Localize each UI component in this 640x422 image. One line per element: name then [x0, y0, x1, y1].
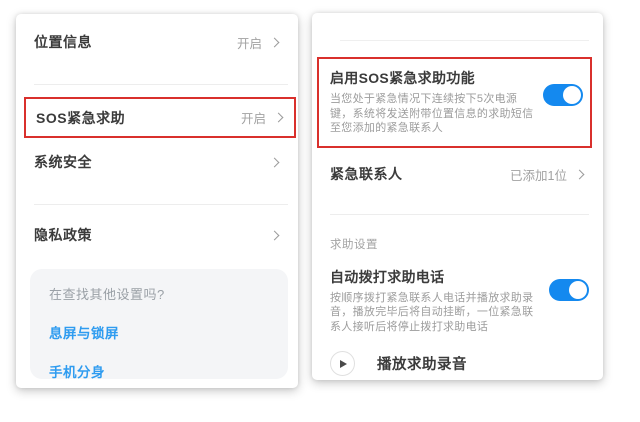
emergency-contacts-value: 已添加1位 — [510, 165, 567, 184]
play-recording-row: 播放求助录音 — [330, 351, 603, 376]
list-item-label: 位置信息 — [34, 32, 92, 52]
link-dual-apps[interactable]: 手机分身 — [49, 361, 270, 381]
auto-call-title: 自动拨打求助电话 — [330, 267, 542, 287]
emergency-contacts-row[interactable]: 紧急联系人 已添加1位 — [312, 150, 603, 199]
list-item-system-security[interactable]: 系统安全 — [16, 138, 298, 186]
sos-detail-panel: 启用SOS紧急求助功能 当您处于紧急情况下连续按下5次电源键，系统将发送附带位置… — [312, 13, 603, 380]
toggle-knob — [563, 86, 581, 104]
list-item-location[interactable]: 位置信息 开启 — [16, 14, 298, 70]
settings-screen: 位置信息 开启 SOS紧急求助 开启 系统安全 隐私政策 — [0, 0, 640, 422]
link-always-on-display[interactable]: 息屏与锁屏 — [49, 322, 270, 342]
play-recording-label: 播放求助录音 — [377, 353, 467, 374]
list-item-label: 隐私政策 — [34, 225, 92, 245]
help-settings-section-header: 求助设置 — [330, 236, 603, 252]
auto-call-description: 按顺序拨打紧急联系人电话并播放求助录音，播放完毕后将自动挂断，一位紧急联系人接听… — [330, 291, 542, 335]
list-item-sos-highlighted[interactable]: SOS紧急求助 开启 — [24, 97, 296, 138]
emergency-contacts-label: 紧急联系人 — [330, 164, 403, 184]
divider — [330, 214, 589, 215]
related-settings-card: 在查找其他设置吗? 息屏与锁屏 手机分身 — [30, 269, 288, 379]
list-item-label: SOS紧急求助 — [36, 108, 125, 128]
divider — [340, 40, 589, 41]
auto-call-row: 自动拨打求助电话 按顺序拨打紧急联系人电话并播放求助录音，播放完毕后将自动挂断，… — [330, 267, 589, 335]
enable-sos-toggle[interactable] — [543, 84, 583, 106]
related-settings-title: 在查找其他设置吗? — [49, 284, 270, 303]
list-item-privacy-policy[interactable]: 隐私政策 — [16, 211, 298, 259]
play-triangle-icon — [340, 360, 347, 368]
settings-list-panel: 位置信息 开启 SOS紧急求助 开启 系统安全 隐私政策 — [16, 14, 298, 388]
chevron-right-icon — [270, 37, 280, 47]
list-item-value: 开启 — [241, 108, 266, 127]
enable-sos-row-highlighted: 启用SOS紧急求助功能 当您处于紧急情况下连续按下5次电源键，系统将发送附带位置… — [317, 57, 592, 148]
auto-call-toggle[interactable] — [549, 279, 589, 301]
chevron-right-icon — [575, 169, 585, 179]
enable-sos-description: 当您处于紧急情况下连续按下5次电源键，系统将发送附带位置信息的求助短信至您添加的… — [330, 92, 535, 136]
play-icon[interactable] — [330, 351, 355, 376]
enable-sos-title: 启用SOS紧急求助功能 — [330, 68, 535, 88]
chevron-right-icon — [270, 157, 280, 167]
toggle-knob — [569, 281, 587, 299]
divider — [34, 84, 288, 85]
list-item-label: 系统安全 — [34, 152, 92, 172]
chevron-right-icon — [274, 113, 284, 123]
chevron-right-icon — [270, 230, 280, 240]
divider — [34, 204, 288, 205]
list-item-value: 开启 — [237, 33, 262, 52]
